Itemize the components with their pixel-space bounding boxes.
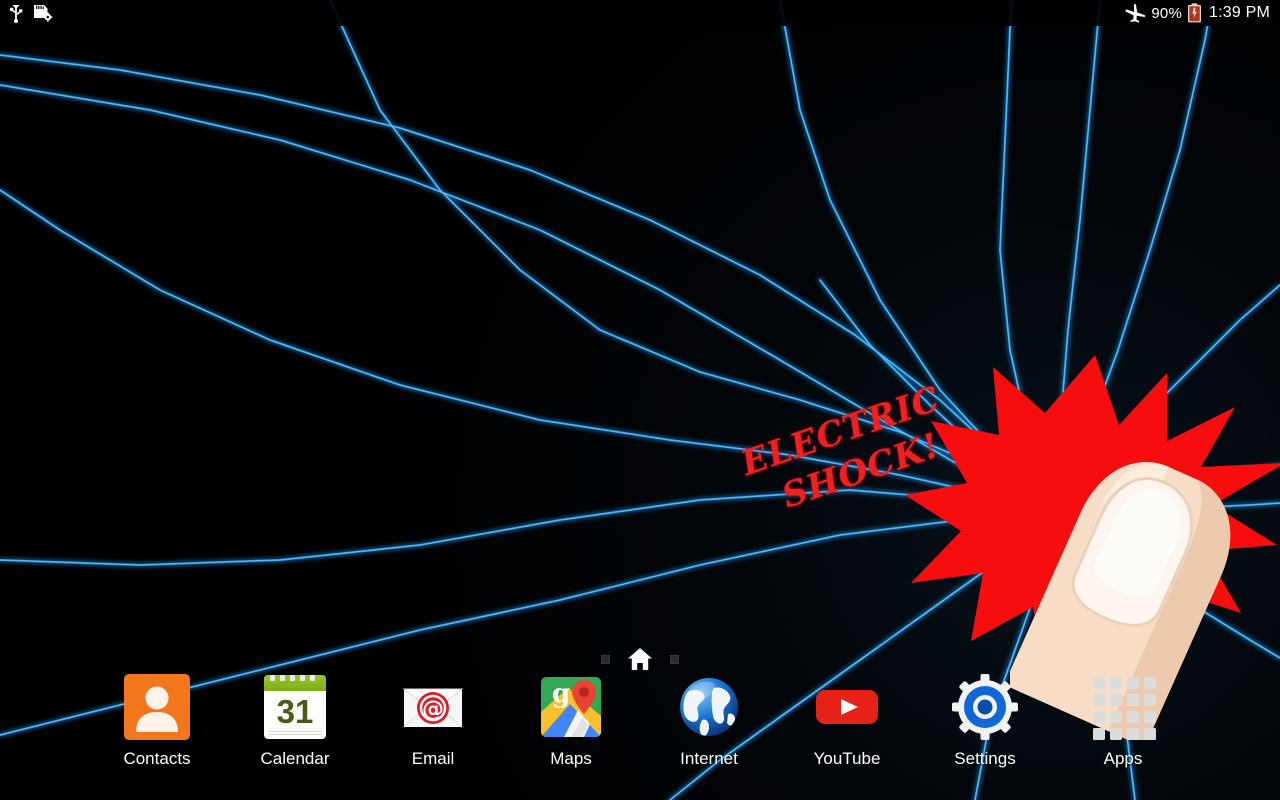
maps-icon: g bbox=[538, 674, 604, 740]
app-label-internet: Internet bbox=[680, 749, 738, 768]
app-label-settings: Settings bbox=[954, 749, 1016, 768]
app-settings[interactable]: Settings bbox=[916, 674, 1054, 786]
app-label-maps: Maps bbox=[550, 749, 592, 768]
app-calendar[interactable]: 31 Calendar bbox=[226, 674, 364, 786]
usb-icon bbox=[9, 4, 23, 23]
status-bar-left bbox=[8, 4, 53, 23]
status-bar-right: 90% 1:39 PM bbox=[1124, 3, 1270, 23]
email-icon: @ bbox=[400, 674, 466, 740]
app-youtube[interactable]: YouTube bbox=[778, 674, 916, 786]
battery-percent-label: 90% bbox=[1151, 4, 1182, 22]
page-dot-right[interactable] bbox=[670, 654, 679, 664]
youtube-icon bbox=[814, 674, 880, 740]
page-dot-left[interactable] bbox=[601, 654, 610, 664]
status-bar[interactable]: 90% 1:39 PM bbox=[0, 0, 1280, 26]
globe-icon bbox=[676, 674, 742, 740]
app-maps[interactable]: g Maps bbox=[502, 674, 640, 786]
home-icon[interactable] bbox=[627, 647, 653, 671]
sd-card-settings-icon bbox=[34, 4, 53, 22]
app-dock: Contacts 31 Calendar @ Email g Maps Inte… bbox=[0, 674, 1280, 792]
app-label-calendar: Calendar bbox=[260, 749, 330, 768]
app-internet[interactable]: Internet bbox=[640, 674, 778, 786]
calendar-icon: 31 bbox=[262, 674, 328, 740]
calendar-day-number: 31 bbox=[276, 693, 314, 730]
app-contacts[interactable]: Contacts bbox=[88, 674, 226, 786]
app-label-email: Email bbox=[411, 749, 455, 768]
home-screen: ELECTRIC SHOCK! 90% 1:39 PM Contacts 31 … bbox=[0, 0, 1280, 800]
contacts-icon bbox=[124, 674, 190, 740]
apps-grid-icon bbox=[1090, 674, 1156, 740]
app-label-contacts: Contacts bbox=[123, 749, 191, 768]
airplane-icon bbox=[1125, 3, 1146, 23]
battery-alert-icon bbox=[1188, 3, 1201, 23]
svg-text:g: g bbox=[552, 679, 570, 709]
page-indicator bbox=[0, 644, 1280, 674]
app-label-youtube: YouTube bbox=[813, 749, 881, 768]
app-label-apps: Apps bbox=[1103, 749, 1143, 768]
settings-gear-icon bbox=[952, 674, 1018, 740]
clock: 1:39 PM bbox=[1209, 4, 1270, 21]
svg-text:@: @ bbox=[422, 697, 444, 722]
app-apps-drawer[interactable]: Apps bbox=[1054, 674, 1192, 786]
app-email[interactable]: @ Email bbox=[364, 674, 502, 786]
